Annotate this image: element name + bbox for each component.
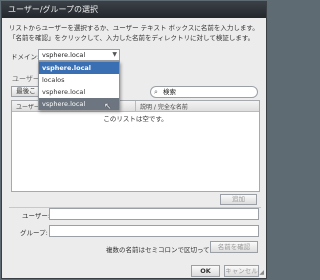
resize-grip-icon[interactable]: ◢ <box>259 269 264 276</box>
domain-select[interactable]: vsphere.local ▼ <box>38 49 120 61</box>
select-users-groups-dialog: ユーザー/グループの選択 リストからユーザーを選択するか、ユーザー テキスト ボ… <box>1 1 267 279</box>
column-header-description[interactable]: 説明 / 完全な名前 <box>140 102 188 111</box>
column-divider[interactable] <box>135 101 136 111</box>
dialog-description: リストからユーザーを選択するか、ユーザー テキスト ボックスに名前を入力します。… <box>9 24 259 42</box>
domain-option[interactable]: vsphere.local <box>39 62 119 74</box>
search-icon: ⌕ <box>154 88 158 96</box>
domain-selected-value: vsphere.local <box>42 51 86 59</box>
tab-users[interactable]: ユーザー <box>12 74 40 84</box>
domain-option[interactable]: localos <box>39 74 119 86</box>
add-button[interactable]: 追加 <box>220 194 257 205</box>
chevron-down-icon[interactable]: ▼ <box>112 50 117 60</box>
ok-button[interactable]: OK <box>191 265 220 277</box>
groups-field[interactable] <box>49 225 259 237</box>
dialog-title: ユーザー/グループの選択 <box>2 2 266 18</box>
groups-label: グループ: <box>20 229 48 237</box>
sort-button[interactable]: 最後こ <box>11 86 41 97</box>
empty-list-message: このリストは空です。 <box>103 115 168 123</box>
users-label: ユーザー: <box>22 212 51 220</box>
check-names-button[interactable]: 名前を確認 <box>210 241 258 253</box>
users-groups-table[interactable]: ユーザー/グループ 説明 / 完全な名前 このリストは空です。 <box>11 100 260 192</box>
cancel-button[interactable]: キャンセル <box>224 265 259 277</box>
domain-label: ドメイン: <box>11 53 40 61</box>
search-input[interactable]: ⌕ 検索 <box>150 86 258 98</box>
search-value: 検索 <box>163 88 176 96</box>
domain-option[interactable]: vsphere.local <box>39 86 119 98</box>
mouse-cursor-icon: ↖ <box>104 102 112 112</box>
users-field[interactable] <box>49 208 259 220</box>
